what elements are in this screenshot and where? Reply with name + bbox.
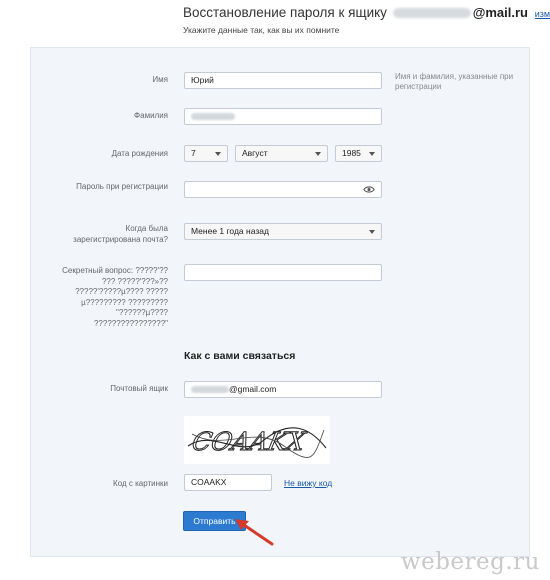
chevron-down-icon bbox=[369, 230, 375, 234]
captcha-label: Код с картинки bbox=[113, 479, 168, 488]
last-name-label: Фамилия bbox=[134, 111, 168, 120]
birth-day-select[interactable]: 7 bbox=[184, 145, 228, 162]
cant-see-code-link[interactable]: Не вижу код bbox=[284, 478, 332, 488]
blurred-mailbox-name bbox=[392, 8, 471, 19]
chevron-down-icon bbox=[315, 152, 321, 156]
last-name-input[interactable] bbox=[184, 108, 382, 125]
registered-select[interactable]: Менее 1 года назад bbox=[184, 223, 382, 240]
password-label: Пароль при регистрации bbox=[76, 182, 168, 191]
blurred-last-name bbox=[191, 113, 235, 121]
mailbox-label: Почтовый ящик bbox=[110, 384, 168, 393]
birth-year-select[interactable]: 1985 bbox=[335, 145, 382, 162]
page-title: Восстановление пароля к ящику @mail.ru и… bbox=[183, 4, 550, 23]
contact-section-title: Как с вами связаться bbox=[184, 350, 296, 362]
mailbox-domain: @mail.ru bbox=[472, 5, 528, 20]
pointer-arrow-icon bbox=[235, 519, 274, 546]
watermark: webereg.ru bbox=[400, 549, 540, 575]
secret-answer-input[interactable] bbox=[184, 264, 382, 281]
captcha-text: COAAKX bbox=[190, 427, 309, 456]
mailbox-domain-text: @gmail.com bbox=[229, 384, 277, 394]
chevron-down-icon bbox=[215, 152, 221, 156]
birth-date-label: Дата рождения bbox=[111, 149, 168, 158]
page-title-text: Восстановление пароля к ящику bbox=[183, 5, 387, 20]
first-name-input[interactable]: Юрий bbox=[184, 72, 382, 89]
password-input[interactable] bbox=[184, 181, 382, 198]
mailbox-input[interactable]: @gmail.com bbox=[184, 381, 382, 398]
registered-value: Менее 1 года назад bbox=[191, 226, 269, 236]
page-subtitle: Укажите данные так, как вы их помните bbox=[183, 25, 340, 35]
page: Восстановление пароля к ящику @mail.ru и… bbox=[0, 0, 550, 580]
captcha-image: COAAKX bbox=[184, 416, 330, 464]
first-name-label: Имя bbox=[152, 75, 168, 84]
eye-icon[interactable] bbox=[363, 185, 375, 194]
name-hint: Имя и фамилия, указанные при регистрации bbox=[395, 72, 514, 91]
birth-month-value: Август bbox=[242, 148, 268, 158]
page-header: Восстановление пароля к ящику @mail.ru и… bbox=[183, 4, 550, 35]
registered-label: Когда была зарегистрирована почта? bbox=[73, 224, 168, 244]
birth-day-value: 7 bbox=[191, 148, 196, 158]
birth-month-select[interactable]: Август bbox=[235, 145, 328, 162]
birth-year-value: 1985 bbox=[342, 148, 361, 158]
change-mailbox-link[interactable]: изменить bbox=[535, 9, 550, 19]
secret-question-label: Секретный вопрос: ?????'?? ??? ?????'???… bbox=[62, 266, 168, 328]
captcha-input[interactable]: COAAKX bbox=[184, 474, 272, 491]
blurred-mailbox-user bbox=[191, 386, 229, 394]
chevron-down-icon bbox=[369, 152, 375, 156]
